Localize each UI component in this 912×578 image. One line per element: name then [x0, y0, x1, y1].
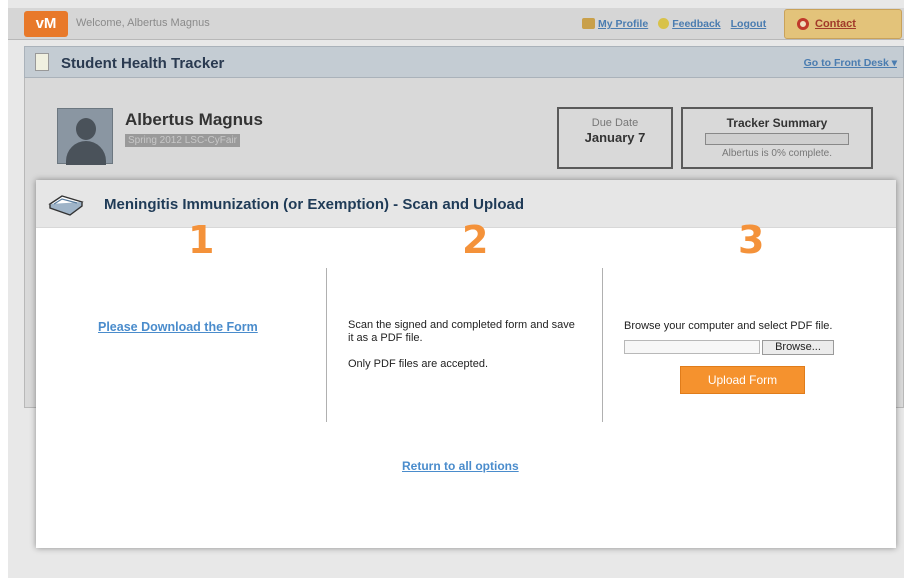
scan-instructions: Scan the signed and completed form and s…	[348, 319, 575, 344]
column-divider	[326, 268, 327, 422]
due-date-value: January 7	[584, 130, 646, 145]
feedback-link-wrap: Feedback	[658, 18, 721, 30]
file-path-input[interactable]	[624, 340, 760, 354]
avatar-body	[66, 141, 106, 165]
top-links: My Profile Feedback Logout	[582, 18, 766, 30]
document-icon	[35, 53, 49, 71]
browse-instructions: Browse your computer and select PDF file…	[624, 320, 833, 332]
welcome-text: Welcome, Albertus Magnus	[76, 17, 210, 29]
app-logo[interactable]: vM	[24, 11, 68, 37]
my-profile-link[interactable]: My Profile	[598, 18, 648, 30]
student-term: Spring 2012 LSC-CyFair	[125, 134, 240, 147]
avatar	[57, 108, 113, 165]
due-date-label: Due Date	[591, 117, 639, 129]
column-divider	[602, 268, 603, 422]
step-number-3: 3	[738, 218, 765, 262]
avatar-head	[76, 118, 96, 140]
step-number-1: 1	[188, 218, 215, 262]
browse-button[interactable]: Browse...	[762, 340, 834, 355]
front-desk-link[interactable]: Go to Front Desk ▾	[804, 57, 897, 69]
upload-form-button[interactable]: Upload Form	[680, 366, 805, 394]
modal-title: Meningitis Immunization (or Exemption) -…	[104, 196, 525, 213]
feedback-link[interactable]: Feedback	[672, 18, 720, 30]
tracker-summary-box: Tracker Summary Albertus is 0% complete.	[681, 107, 873, 169]
top-bar: vM Welcome, Albertus Magnus My Profile F…	[8, 8, 904, 58]
download-form-link[interactable]: Please Download the Form	[98, 320, 258, 334]
scanner-icon	[48, 195, 84, 216]
tracker-title: Student Health Tracker	[61, 55, 225, 72]
profile-link-wrap: My Profile	[582, 18, 648, 30]
step-number-2: 2	[462, 218, 489, 262]
tracker-header: Student Health Tracker Go to Front Desk …	[24, 46, 904, 78]
due-date-box: Due Date January 7	[557, 107, 673, 169]
tracker-summary-label: Tracker Summary	[726, 116, 828, 130]
lightbulb-icon	[658, 18, 670, 29]
logout-link[interactable]: Logout	[731, 18, 767, 30]
profile-icon	[582, 18, 595, 29]
contact-support-button[interactable]: Contact Support	[784, 9, 902, 58]
return-to-options-link[interactable]: Return to all options	[402, 459, 519, 473]
lifebuoy-icon	[797, 18, 809, 30]
progress-bar	[705, 133, 849, 145]
student-name: Albertus Magnus	[125, 110, 263, 129]
pdf-only-note: Only PDF files are accepted.	[348, 358, 489, 370]
scan-upload-modal: Meningitis Immunization (or Exemption) -…	[36, 180, 896, 548]
progress-text: Albertus is 0% complete.	[721, 148, 833, 159]
